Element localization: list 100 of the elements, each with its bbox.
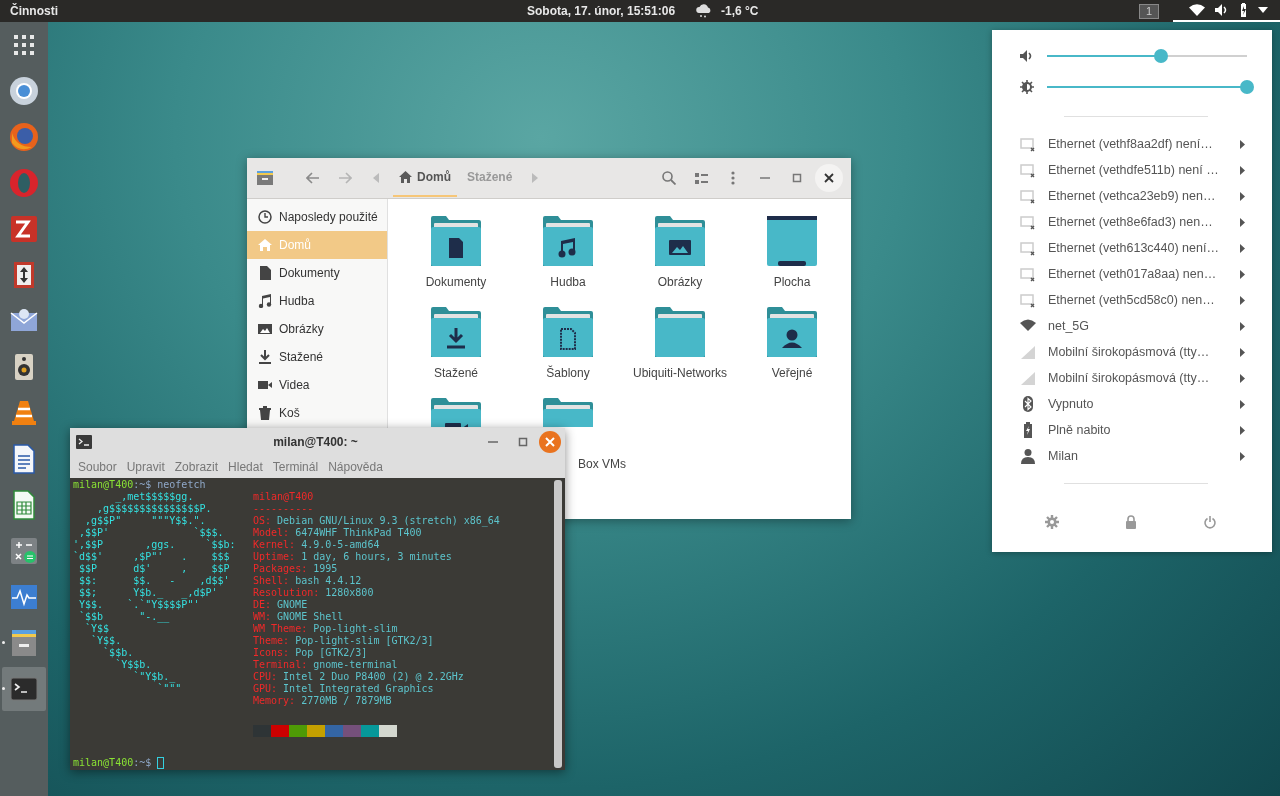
back-arrow-icon	[306, 172, 320, 184]
maximize-icon	[792, 173, 802, 183]
folder-name: Box VMs	[578, 457, 626, 471]
close-button[interactable]	[815, 164, 843, 192]
slider-thumb[interactable]	[1154, 48, 1168, 63]
folder-name: Dokumenty	[425, 275, 487, 289]
ascii-art-line: ,g$$$$$$$$$$$$$$$P.	[96, 503, 213, 515]
sidebar-item[interactable]: Obrázky	[247, 315, 387, 343]
ascii-art-line: `Y$$.	[90, 635, 123, 647]
caret-down-icon	[1258, 7, 1268, 13]
trash-icon	[258, 406, 272, 420]
menu-item[interactable]: Milan	[992, 443, 1272, 469]
menu-item[interactable]: Ethernet (vethf8aa2df) není…	[992, 131, 1272, 157]
wired-off-icon	[1020, 136, 1036, 152]
menu-item[interactable]: Plně nabito	[992, 417, 1272, 443]
ascii-art-line: $$: $$. - ,d$$'	[78, 575, 231, 587]
ascii-art-line: `"""	[157, 683, 183, 695]
caret-right-icon	[1240, 347, 1245, 357]
ascii-art-line: `"Y$b._	[132, 671, 176, 683]
desktop-folder-icon[interactable]	[766, 215, 818, 267]
wifi-icon	[1020, 318, 1036, 334]
folder-name: Ubiquiti-Networks	[633, 366, 727, 380]
info-key: OS:	[253, 515, 272, 527]
ring-icon	[8, 167, 40, 199]
folder-icon[interactable]	[430, 215, 482, 267]
wifi-icon	[1189, 4, 1205, 16]
disc-icon	[8, 75, 40, 107]
caret-right-icon	[1240, 217, 1245, 227]
info-value: bash 4.4.12	[295, 575, 362, 587]
picture-icon	[258, 322, 272, 336]
folder-icon[interactable]	[430, 306, 482, 358]
prompt-path: :~$	[133, 479, 152, 491]
caret-right-icon	[1240, 191, 1245, 201]
video-camera-icon	[258, 378, 272, 392]
minimize-icon	[488, 441, 498, 443]
info-value: Intel Integrated Graphics	[283, 683, 434, 695]
list-view-icon	[694, 172, 708, 184]
menu-item[interactable]: Ethernet (vethca23eb9) nen…	[992, 183, 1272, 209]
menu-item[interactable]: Ethernet (veth017a8aa) nen…	[992, 261, 1272, 287]
menu-item[interactable]: net_5G	[992, 313, 1272, 339]
ascii-art-line: `Y$$	[84, 623, 111, 635]
folder-name: Plocha	[773, 275, 811, 289]
volume-icon	[1215, 4, 1229, 16]
info-key: Packages:	[253, 563, 308, 575]
menu-item[interactable]: Ethernet (veth5cd58c0) nen…	[992, 287, 1272, 313]
clock[interactable]: Sobota, 17. únor, 15:51:06	[527, 4, 676, 18]
ascii-art-line: $$; Y$b._ _,d$P'	[78, 587, 219, 599]
scrollbar[interactable]	[554, 480, 562, 768]
info-key: DE:	[253, 599, 272, 611]
prompt-user: milan@T400	[73, 479, 134, 491]
caret-right-icon	[1240, 373, 1245, 383]
search-icon	[662, 171, 676, 185]
bluetooth-icon	[1020, 396, 1036, 412]
command-text: neofetch	[157, 479, 206, 491]
info-key: Theme:	[253, 635, 290, 647]
workspace-indicator[interactable]: 1	[1138, 3, 1159, 19]
sidebar-item[interactable]: Videa	[247, 371, 387, 399]
info-key: Uptime:	[253, 551, 296, 563]
folder-icon[interactable]	[654, 215, 706, 267]
caret-right-icon	[1240, 139, 1245, 149]
terminal-icon	[76, 435, 92, 449]
menu-item[interactable]: Ethernet (veth8e6fad3) nen…	[992, 209, 1272, 235]
activities-button[interactable]: Činnosti	[0, 4, 68, 18]
caret-right-icon	[1240, 425, 1245, 435]
sidebar-item[interactable]: Hudba	[247, 287, 387, 315]
download-icon	[258, 350, 272, 364]
calculator-icon	[8, 535, 40, 567]
sidebar-item[interactable]: Koš	[247, 399, 387, 427]
window-title: milan@T400: ~	[272, 435, 359, 449]
prompt-path: :~$	[133, 757, 152, 769]
folder-icon[interactable]	[766, 306, 818, 358]
power-icon	[1203, 515, 1217, 529]
volume-icon	[1020, 48, 1034, 63]
info-value: Pop-light-slim [GTK2/3]	[295, 635, 434, 647]
menu-item[interactable]: Ethernet (vethdfe511b) není …	[992, 157, 1272, 183]
path-button[interactable]: Domů	[393, 159, 457, 197]
home-icon	[258, 238, 272, 252]
ascii-art-line: ,$$P' `$$$.	[78, 527, 225, 539]
folder-icon[interactable]	[430, 397, 482, 427]
menu-item[interactable]: Vypnuto	[992, 391, 1272, 417]
wired-off-icon	[1020, 188, 1036, 204]
wired-off-icon	[1020, 292, 1036, 308]
info-key: WM Theme:	[253, 623, 308, 635]
clock-icon	[258, 210, 272, 224]
more-icon	[731, 171, 735, 185]
slider-thumb[interactable]	[1240, 79, 1254, 94]
menu-item[interactable]: Ethernet (veth613c440) není…	[992, 235, 1272, 261]
menu-item[interactable]: Mobilní širokopásmová (tty…	[992, 365, 1272, 391]
ascii-art-line: ',$$P ,ggs. `$$b:	[73, 539, 237, 551]
info-value: GNOME	[277, 599, 308, 611]
folder-icon[interactable]	[542, 215, 594, 267]
sidebar-item[interactable]: Dokumenty	[247, 259, 387, 287]
info-value: Pop [GTK2/3]	[295, 647, 368, 659]
menu-item[interactable]: Mobilní širokopásmová (tty…	[992, 339, 1272, 365]
sidebar-item[interactable]: Stažené	[247, 343, 387, 371]
sidebar-item[interactable]: Naposledy použité	[247, 203, 387, 231]
folder-icon[interactable]	[542, 306, 594, 358]
signal-icon	[1020, 344, 1036, 360]
folder-name: Stažené	[433, 366, 478, 380]
info-rule: ----------	[253, 503, 315, 515]
